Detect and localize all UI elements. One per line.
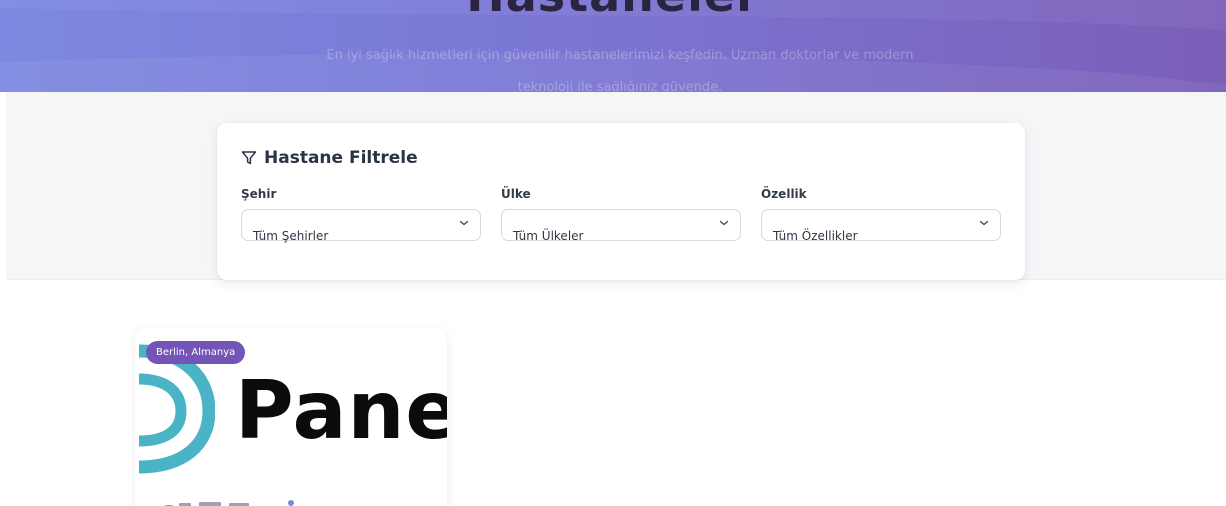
specialty-filter-label: Özellik: [761, 187, 807, 201]
hospital-logo-text: Pane: [235, 364, 447, 457]
location-badge: Berlin, Almanya: [146, 341, 246, 364]
filter-heading: Hastane Filtrele: [241, 147, 418, 169]
hospital-card[interactable]: Pane Berlin, Almanya: [135, 327, 447, 506]
chevron-down-icon: [459, 220, 469, 226]
country-select-value: Tüm Ülkeler: [513, 229, 584, 243]
page-title: Hastaneler: [0, 0, 1226, 22]
hero-banner: Hastaneler En iyi sağlık hizmetleri için…: [0, 0, 1226, 92]
funnel-icon: [241, 151, 257, 165]
country-select[interactable]: Tüm Ülkeler: [501, 209, 741, 243]
specialty-select[interactable]: Tüm Özellikler: [761, 209, 1001, 243]
country-filter: Ülke Tüm Ülkeler: [501, 187, 741, 243]
chevron-down-icon: [719, 220, 729, 226]
filter-card: Hastane Filtrele Şehir Tüm Şehirler Ülke…: [217, 123, 1025, 280]
city-select-value: Tüm Şehirler: [253, 229, 329, 243]
hospital-name-partial: [165, 500, 294, 506]
city-filter: Şehir Tüm Şehirler: [241, 187, 481, 243]
country-filter-label: Ülke: [501, 187, 531, 201]
filter-title: Hastane Filtrele: [264, 148, 418, 168]
specialty-filter: Özellik Tüm Özellikler: [761, 187, 1001, 243]
city-select[interactable]: Tüm Şehirler: [241, 209, 481, 243]
city-filter-label: Şehir: [241, 187, 277, 201]
specialty-select-value: Tüm Özellikler: [773, 229, 858, 243]
hospitals-page: Hastaneler En iyi sağlık hizmetleri için…: [0, 0, 1226, 506]
chevron-down-icon: [979, 220, 989, 226]
page-subtitle: En iyi sağlık hizmetleri için güvenilir …: [326, 48, 914, 92]
